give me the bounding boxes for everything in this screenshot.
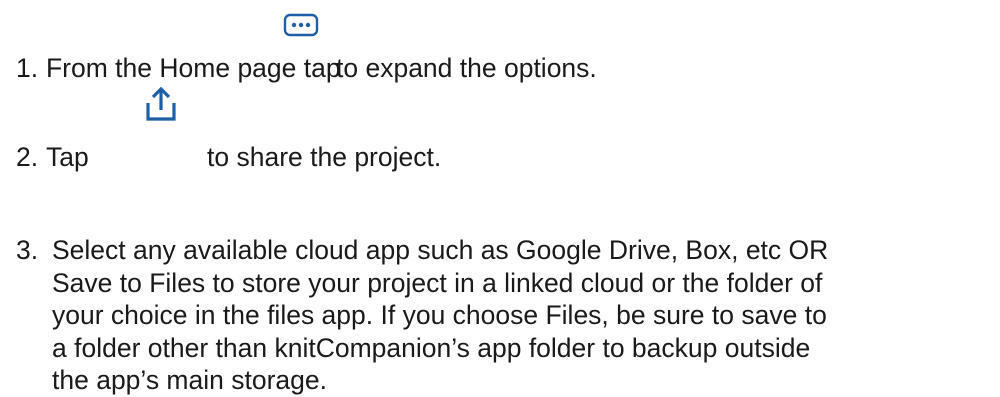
step-2-continued: to share the project.	[207, 140, 990, 174]
paragraph-line: a folder other than knitCompanion’s app …	[52, 332, 811, 363]
paragraph-line: Select any available cloud app such as G…	[52, 235, 829, 265]
step-number: 2.	[16, 142, 39, 172]
step-text-before-icon: From the Home page tap	[46, 53, 341, 83]
step-text-after-icon: to expand the options.	[336, 53, 597, 83]
more-options-icon	[283, 12, 319, 38]
paragraph-line: Save to Files to store your project in a…	[52, 267, 823, 298]
step-text-before-icon: Tap	[46, 142, 89, 172]
step-1-continued: to expand the options.	[336, 51, 990, 85]
step-number: 3.	[16, 235, 39, 265]
share-icon	[141, 84, 181, 124]
paragraph-line: the app’s main storage.	[52, 365, 327, 395]
paragraph-line: your choice in the files app. If you cho…	[52, 300, 827, 330]
step-3-paragraph: Select any available cloud app such as G…	[52, 233, 990, 396]
step-text-after-icon: to share the project.	[207, 142, 442, 172]
step-number: 1.	[16, 53, 39, 83]
